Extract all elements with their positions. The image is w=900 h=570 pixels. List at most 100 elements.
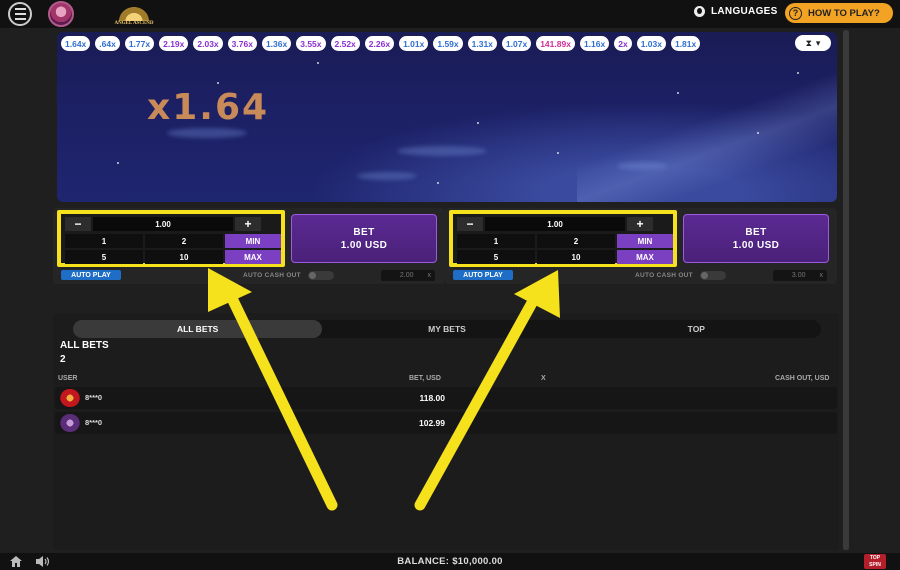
history-dropdown-button[interactable]: ⧗ ▾ [795,35,831,51]
history-chip: 1.77x [124,36,155,51]
bet-panel-1: − 1.00 + 1 2 MIN 5 10 MAX BET 1.00 USD A… [53,208,445,284]
tab-all-bets[interactable]: ALL BETS [73,320,323,338]
history-chip: 1.81x [670,36,701,51]
bets-count: 2 [60,354,66,365]
logo-wings-icon [119,7,149,21]
history-chip: 141.89x [536,36,575,51]
table-row: 8***0 118.00 [55,387,837,409]
history-chip: 2.19x [159,36,189,51]
history-chip: 2.26x [364,36,395,51]
multiplier-history: 1.64x .64x 1.77x 2.19x 2.03x 3.76x 1.36x 3.55x 2… [61,36,836,52]
chevron-down-icon: ▾ [815,37,821,48]
auto-play-button[interactable]: AUTO PLAY [453,270,513,280]
min-bet-button[interactable]: MIN [617,234,673,248]
user-avatar[interactable] [48,1,74,27]
increase-bet-button[interactable]: + [627,217,653,231]
star [477,122,479,124]
balance-display: BALANCE: $10,000.00 [397,556,503,567]
max-bet-button[interactable]: MAX [617,250,673,264]
auto-cash-out-value: 2.00 [399,272,414,279]
decrease-bet-button[interactable]: − [457,217,483,231]
cloud [617,162,667,170]
decrease-bet-button[interactable]: − [65,217,91,231]
bottom-bar: BALANCE: $10,000.00 TOP SPIN [0,553,900,570]
bets-tabs: ALL BETS MY BETS TOP [73,320,821,338]
bet-button-label: BET [353,226,375,238]
history-chip: 3.76x [227,36,257,51]
current-multiplier: x1.64 [147,87,270,128]
history-chip: 3.55x [296,36,326,51]
auto-cash-out-input[interactable]: 2.00 x [381,270,435,281]
table-row: 8***0 102.99 [55,412,837,434]
star [557,152,559,154]
languages-label: LANGUAGES [711,6,778,17]
quick-bet-1[interactable]: 1 [65,234,143,248]
quick-bet-5[interactable]: 5 [65,250,143,264]
bet-button[interactable]: BET 1.00 USD [291,214,437,263]
how-to-play-label: HOW TO PLAY? [808,7,880,19]
globe-icon [694,6,705,17]
bet-panel-2: − 1.00 + 1 2 MIN 5 10 MAX BET 1.00 USD A… [445,208,837,284]
auto-cash-out-toggle[interactable] [308,271,334,280]
question-icon: ? [789,6,802,20]
increase-bet-button[interactable]: + [235,217,261,231]
history-chip: 1.01x [399,36,429,51]
bet-amount-input[interactable]: 1.00 [485,217,625,231]
star [677,92,679,94]
column-bet: BET, USD [409,375,441,382]
max-bet-button[interactable]: MAX [225,250,281,264]
tab-my-bets[interactable]: MY BETS [322,320,571,338]
bet-user: 8***0 [85,418,103,427]
auto-cash-out-input[interactable]: 3.00 x [773,270,827,281]
logo-text: ANGEL ASCEND [114,21,154,26]
auto-cash-out-toggle[interactable] [700,271,726,280]
tab-top[interactable]: TOP [572,320,821,338]
quick-bet-10[interactable]: 10 [537,250,615,264]
quick-bet-1[interactable]: 1 [457,234,535,248]
auto-cash-out-label: AUTO CASH OUT [635,272,693,279]
bet-button-label: BET [745,226,767,238]
scrollbar-thumb[interactable] [843,30,849,550]
bet-amount-input[interactable]: 1.00 [93,217,233,231]
bet-amount: 102.99 [419,418,445,428]
clear-icon[interactable]: x [820,272,824,279]
avatar [60,414,80,432]
bet-button[interactable]: BET 1.00 USD [683,214,829,263]
star [797,72,799,74]
clear-icon[interactable]: x [428,272,432,279]
auto-play-button[interactable]: AUTO PLAY [61,270,121,280]
bet-button-amount: 1.00 USD [340,239,388,251]
column-x: X [541,375,546,382]
cloud [397,146,487,156]
bet-amount-controls: − 1.00 + 1 2 MIN 5 10 MAX [449,210,677,267]
light-streak [577,72,837,202]
languages-button[interactable]: LANGUAGES [694,6,778,17]
star [757,132,759,134]
history-chip: 1.16x [579,36,610,51]
star [117,162,119,164]
star [217,82,219,84]
star [437,182,439,184]
history-chip: 2.52x [330,36,360,51]
how-to-play-button[interactable]: ? HOW TO PLAY? [785,3,893,23]
history-chip: 1.31x [467,36,497,51]
game-canvas: x1.64 [57,32,837,202]
auto-cash-out-value: 3.00 [791,272,806,279]
min-bet-button[interactable]: MIN [225,234,281,248]
history-chip: 1.36x [261,36,292,51]
quick-bet-2[interactable]: 2 [537,234,615,248]
scrollbar[interactable] [843,30,849,550]
provider-logo: TOP SPIN [864,554,886,569]
column-user: USER [58,375,78,382]
column-cash-out: CASH OUT, USD [775,375,830,382]
bets-title: ALL BETS [60,340,109,351]
history-chip: 2x [614,36,632,51]
history-chip: .64x [95,36,120,51]
hamburger-menu-icon[interactable] [8,2,32,26]
quick-bet-5[interactable]: 5 [457,250,535,264]
quick-bet-10[interactable]: 10 [145,250,223,264]
quick-bet-2[interactable]: 2 [145,234,223,248]
history-chip: 1.03x [636,36,666,51]
history-chip: 2.03x [193,36,223,51]
auto-cash-out-label: AUTO CASH OUT [243,272,301,279]
